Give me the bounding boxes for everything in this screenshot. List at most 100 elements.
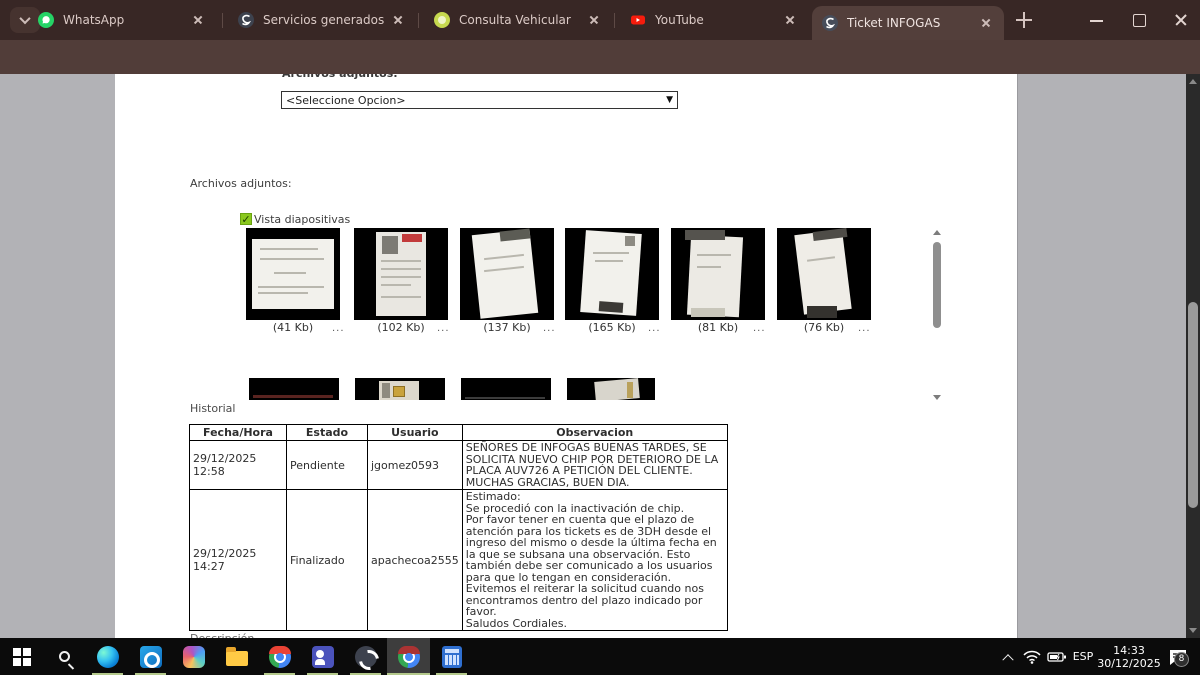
browser-scrollbar[interactable]: [1186, 74, 1200, 638]
attachment-size: (76 Kb): [777, 321, 871, 334]
attachments-scrollbar[interactable]: [930, 230, 944, 400]
tab-close-icon[interactable]: [390, 12, 406, 28]
search-icon: [59, 651, 70, 662]
whatsapp-icon: [38, 12, 54, 28]
attachment-size: (81 Kb): [671, 321, 765, 334]
col-header-estado: Estado: [287, 425, 368, 441]
tab-servicios-generados[interactable]: Servicios generados: [228, 0, 416, 40]
taskbar-edge[interactable]: [86, 638, 129, 675]
tab-close-icon[interactable]: [190, 12, 206, 28]
maximize-restore-button[interactable]: [1128, 10, 1150, 30]
browser-toolbar: sccasos.sistemainfogas.com.pe/AdmCaso.as…: [0, 40, 1200, 74]
cell-observacion: Estimado: Se procedió con la inactivació…: [462, 490, 727, 631]
attachments-dropdown[interactable]: <Seleccione Opcion> ▼: [281, 91, 678, 109]
outlook-icon: [140, 646, 162, 668]
teams-icon: [312, 646, 334, 668]
taskbar-teams[interactable]: [301, 638, 344, 675]
scrollbar-thumb[interactable]: [1188, 302, 1198, 508]
attachment-thumbnail[interactable]: [565, 228, 659, 320]
attachment-thumbnail[interactable]: [355, 378, 445, 400]
windows-taskbar: ESP 14:33 30/12/2025 8: [0, 638, 1200, 675]
taskbar-search-button[interactable]: [43, 638, 86, 675]
slideshow-checkbox[interactable]: ✓: [240, 213, 252, 225]
taskbar-chrome[interactable]: [258, 638, 301, 675]
taskbar-file-explorer[interactable]: [215, 638, 258, 675]
consulta-vehicular-icon: [434, 12, 450, 28]
tab-title: Servicios generados: [263, 13, 390, 27]
attachment-size: (137 Kb): [460, 321, 554, 334]
col-header-usuario: Usuario: [368, 425, 463, 441]
attachment-thumbnail[interactable]: [567, 378, 655, 400]
taskbar-outlook[interactable]: [129, 638, 172, 675]
browser-tab-bar: WhatsApp Servicios generados Consulta Ve…: [0, 0, 1200, 40]
attachment-thumbnail[interactable]: [777, 228, 871, 320]
scroll-down-icon[interactable]: [933, 395, 941, 400]
infogas-swirl-icon: [238, 12, 254, 28]
infogas-swirl-icon: [355, 646, 377, 668]
col-header-fecha: Fecha/Hora: [190, 425, 287, 441]
attachment-menu-link[interactable]: ...: [543, 323, 556, 334]
copilot-icon: [183, 646, 205, 668]
folder-icon: [226, 651, 248, 666]
attachments-section-label: Archivos adjuntos:: [190, 177, 292, 190]
scroll-up-icon[interactable]: [1189, 79, 1197, 84]
table-header-row: Fecha/Hora Estado Usuario Observacion: [190, 425, 728, 441]
attachment-thumbnail[interactable]: [249, 378, 339, 400]
cell-usuario: apachecoa2555: [368, 490, 463, 631]
minimize-button[interactable]: [1086, 10, 1108, 30]
taskbar-copilot[interactable]: [172, 638, 215, 675]
chrome-icon: [398, 646, 420, 668]
calculator-icon: [442, 646, 462, 668]
attachment-size: (165 Kb): [565, 321, 659, 334]
taskbar-calculator[interactable]: [430, 638, 473, 675]
chevron-up-icon: [1002, 654, 1013, 665]
historial-label: Historial: [190, 402, 235, 415]
notification-center-button[interactable]: 8: [1160, 638, 1196, 675]
scrollbar-thumb[interactable]: [933, 242, 941, 328]
taskbar-chrome-active[interactable]: [387, 638, 430, 675]
tab-consulta-vehicular[interactable]: Consulta Vehicular: [424, 0, 612, 40]
attachments-select-label-clipped: Archivos adjuntos:: [282, 74, 398, 80]
tab-close-icon[interactable]: [978, 15, 994, 31]
notification-badge: 8: [1174, 652, 1189, 667]
tab-whatsapp[interactable]: WhatsApp: [28, 0, 216, 40]
attachment-size: (102 Kb): [354, 321, 448, 334]
chrome-icon: [269, 646, 291, 668]
attachment-menu-link[interactable]: ...: [858, 323, 871, 334]
tab-close-icon[interactable]: [586, 12, 602, 28]
close-window-button[interactable]: [1170, 10, 1192, 30]
tab-ticket-infogas-active[interactable]: Ticket INFOGAS: [812, 6, 1004, 40]
attachment-menu-link[interactable]: ...: [648, 323, 661, 334]
tray-expand-button[interactable]: [998, 638, 1018, 675]
attachment-menu-link[interactable]: ...: [753, 323, 766, 334]
tab-close-icon[interactable]: [782, 12, 798, 28]
attachment-thumbnail[interactable]: [461, 378, 551, 400]
col-header-observacion: Observacion: [462, 425, 727, 441]
attachment-menu-link[interactable]: ...: [332, 323, 345, 334]
wifi-icon[interactable]: [1020, 638, 1044, 675]
taskbar-clock[interactable]: 14:33 30/12/2025: [1098, 638, 1160, 675]
new-tab-button[interactable]: [1016, 12, 1032, 28]
attachment-thumbnail[interactable]: [246, 228, 340, 320]
attachment-menu-link[interactable]: ...: [437, 323, 450, 334]
tab-separator: [418, 13, 419, 28]
scroll-up-icon[interactable]: [933, 230, 941, 235]
edge-icon: [97, 646, 119, 668]
table-row: 29/12/2025 14:27 Finalizado apachecoa255…: [190, 490, 728, 631]
tab-title: Ticket INFOGAS: [847, 16, 978, 30]
battery-icon[interactable]: [1044, 638, 1070, 675]
infogas-swirl-icon: [822, 15, 838, 31]
youtube-icon: [630, 12, 646, 28]
attachment-size: (41 Kb): [246, 321, 340, 334]
start-button[interactable]: [0, 638, 43, 675]
language-indicator[interactable]: ESP: [1068, 638, 1098, 675]
attachment-thumbnail[interactable]: [460, 228, 554, 320]
attachment-thumbnail[interactable]: [671, 228, 765, 320]
chevron-down-icon: ▼: [666, 95, 673, 105]
attachment-thumbnail[interactable]: [354, 228, 448, 320]
taskbar-infogas-app[interactable]: [344, 638, 387, 675]
cell-observacion: SEÑORES DE INFOGAS BUENAS TARDES, SE SOL…: [462, 441, 727, 490]
tray-time: 14:33: [1097, 644, 1160, 657]
tab-youtube[interactable]: YouTube: [620, 0, 808, 40]
scroll-down-icon[interactable]: [1189, 628, 1197, 633]
